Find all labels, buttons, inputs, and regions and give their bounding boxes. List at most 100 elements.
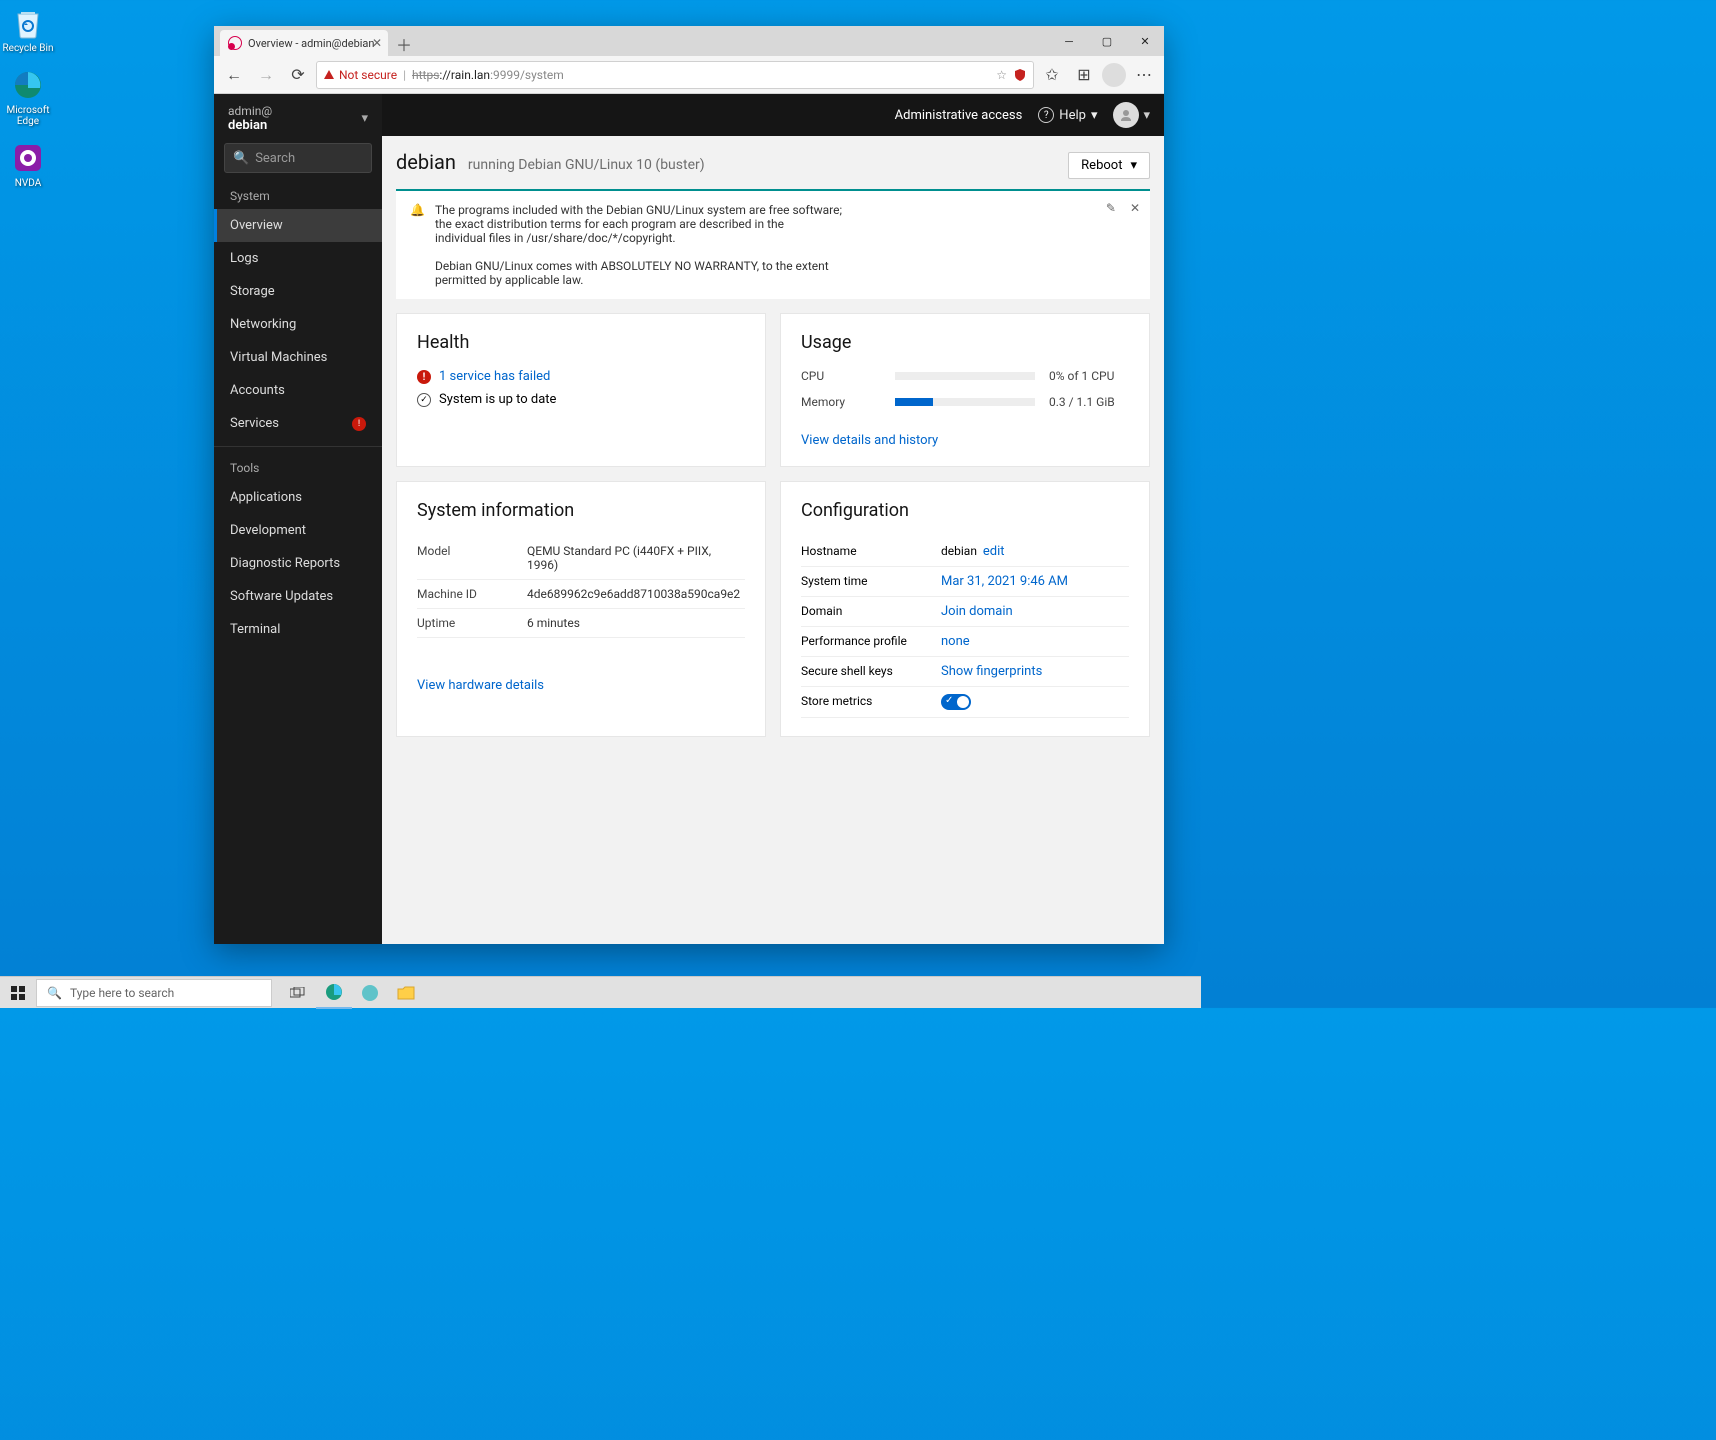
recycle-bin-icon [10,4,46,42]
browser-tab[interactable]: Overview - admin@debian ✕ [220,30,388,56]
task-view-button[interactable] [280,977,316,1009]
task-edge-beta[interactable] [352,977,388,1009]
menu-button[interactable]: ⋯ [1130,61,1158,89]
forward-button: → [252,61,280,89]
task-edge[interactable] [316,977,352,1009]
page-title: debian [396,150,456,174]
bell-icon: 🔔 [410,203,425,287]
alert-badge-icon: ! [352,417,366,431]
desktop-icon-recycle-bin[interactable]: Recycle Bin [2,4,54,54]
page-header: debian running Debian GNU/Linux 10 (bust… [396,150,1150,179]
nav-networking[interactable]: Networking [214,308,382,341]
nvda-icon [10,139,46,177]
caret-down-icon: ▾ [1130,158,1137,173]
topbar: Administrative access ? Help ▾ ▾ [382,94,1164,136]
info-row-model: ModelQEMU Standard PC (i440FX + PIIX, 19… [417,537,745,580]
chevron-down-icon[interactable]: ▾ [1143,108,1150,123]
address-field[interactable]: Not secure | https://rain.lan:9999/syste… [316,61,1034,89]
nav-logs[interactable]: Logs [214,242,382,275]
address-bar: ← → ⟳ Not secure | https://rain.lan:9999… [214,56,1164,94]
tab-close-icon[interactable]: ✕ [372,36,382,50]
info-row-uptime: Uptime6 minutes [417,609,745,638]
close-motd-icon[interactable]: ✕ [1130,201,1140,215]
shield-icon[interactable] [1013,68,1027,82]
sidebar: admin@ debian ▾ 🔍 Search System Overview… [214,94,382,944]
new-tab-button[interactable]: ＋ [392,32,416,56]
system-info-card: System information ModelQEMU Standard PC… [396,481,766,737]
edit-motd-icon[interactable]: ✎ [1106,201,1116,215]
host-switcher[interactable]: admin@ debian ▾ [214,94,382,143]
hw-details-link[interactable]: View hardware details [417,678,544,693]
not-secure-badge[interactable]: Not secure [323,68,397,82]
help-icon: ? [1038,107,1054,123]
reboot-button[interactable]: Reboot ▾ [1068,152,1150,179]
nav-accounts[interactable]: Accounts [214,374,382,407]
memory-label: Memory [801,395,881,409]
search-input[interactable]: 🔍 Search [224,143,372,173]
perf-profile-link[interactable]: none [941,634,1129,649]
nav-applications[interactable]: Applications [214,481,382,514]
favorite-icon[interactable]: ☆ [996,68,1007,82]
error-icon: ! [417,370,431,384]
nav-development[interactable]: Development [214,514,382,547]
favicon-icon [228,36,242,50]
chevron-down-icon: ▾ [361,111,368,126]
desktop-icon-edge[interactable]: Microsoft Edge [2,66,54,127]
search-icon: 🔍 [47,986,62,1000]
nav-services[interactable]: Services! [214,407,382,440]
tab-title: Overview - admin@debian [248,37,375,50]
favorites-button[interactable]: ✩ [1038,61,1066,89]
taskbar: 🔍 Type here to search [0,976,1201,1008]
ssh-fingerprints-link[interactable]: Show fingerprints [941,664,1129,679]
health-title: Health [417,332,745,353]
back-button[interactable]: ← [220,61,248,89]
desktop-icon-nvda[interactable]: NVDA [2,139,54,189]
health-card: Health ! 1 service has failed ✓ System i… [396,313,766,467]
administrative-access-button[interactable]: Administrative access [895,108,1023,123]
window-close-button[interactable]: ✕ [1126,26,1164,56]
page-subtitle: running Debian GNU/Linux 10 (buster) [468,157,705,173]
nav-storage[interactable]: Storage [214,275,382,308]
configuration-card: Configuration Hostnamedebian edit System… [780,481,1150,737]
cpu-value: 0% of 1 CPU [1049,369,1129,383]
window-maximize-button[interactable]: ▢ [1088,26,1126,56]
nav-section-system: System [214,181,382,209]
taskbar-search-input[interactable]: 🔍 Type here to search [36,979,272,1007]
start-button[interactable] [0,977,36,1009]
service-failed-link[interactable]: 1 service has failed [439,369,550,384]
task-file-explorer[interactable] [388,977,424,1009]
motd-banner: 🔔 The programs included with the Debian … [396,189,1150,299]
usage-details-link[interactable]: View details and history [801,433,938,448]
refresh-button[interactable]: ⟳ [284,61,312,89]
window-minimize-button[interactable]: ─ [1050,26,1088,56]
browser-window: Overview - admin@debian ✕ ＋ ─ ▢ ✕ ← → ⟳ … [214,26,1164,944]
nav-diagnostic-reports[interactable]: Diagnostic Reports [214,547,382,580]
nav-section-tools: Tools [214,453,382,481]
store-metrics-toggle[interactable]: ✓ [941,694,971,710]
main-content: debian running Debian GNU/Linux 10 (bust… [382,136,1164,944]
usage-card: Usage CPU 0% of 1 CPU Memory 0.3 / 1.1 G… [780,313,1150,467]
memory-progress [895,398,1035,406]
memory-value: 0.3 / 1.1 GiB [1049,395,1129,409]
browser-titlebar: Overview - admin@debian ✕ ＋ ─ ▢ ✕ [214,26,1164,56]
edit-hostname-link[interactable]: edit [983,544,1005,559]
cpu-progress [895,372,1035,380]
help-menu[interactable]: ? Help ▾ [1038,107,1097,123]
join-domain-link[interactable]: Join domain [941,604,1129,619]
edge-icon [10,66,46,104]
up-to-date-text: System is up to date [439,392,556,407]
nav-terminal[interactable]: Terminal [214,613,382,646]
system-time-link[interactable]: Mar 31, 2021 9:46 AM [941,574,1129,589]
chevron-down-icon: ▾ [1091,108,1098,123]
url-text: https://rain.lan:9999/system [412,68,564,82]
cpu-label: CPU [801,369,881,383]
svg-text:!: ! [423,372,426,383]
nav-virtual-machines[interactable]: Virtual Machines [214,341,382,374]
session-avatar-icon[interactable] [1113,102,1139,128]
warning-icon [323,69,335,81]
collections-button[interactable]: ⊞ [1070,61,1098,89]
nav-software-updates[interactable]: Software Updates [214,580,382,613]
info-row-machine-id: Machine ID4de689962c9e6add8710038a590ca9… [417,580,745,609]
nav-overview[interactable]: Overview [214,209,382,242]
profile-button[interactable] [1102,63,1126,87]
